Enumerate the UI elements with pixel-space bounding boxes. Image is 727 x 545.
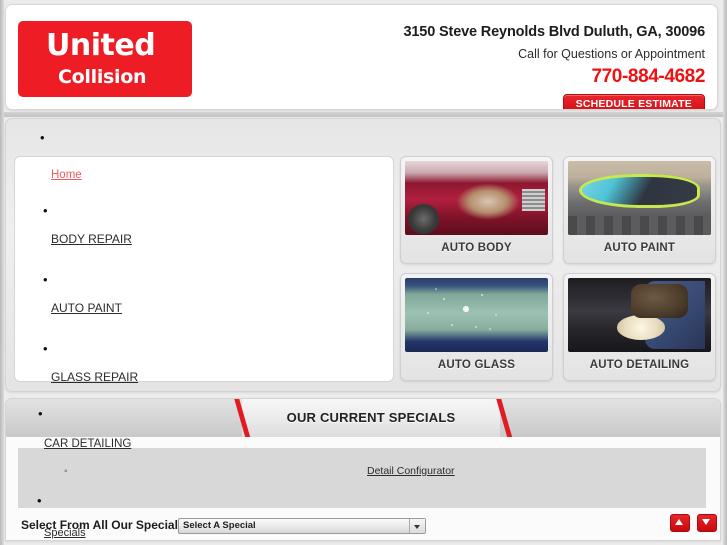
specials-select-value: Select A Special [183,520,256,531]
header-contact-block: 3150 Steve Reynolds Blvd Duluth, GA, 300… [275,23,705,109]
auto-detailing-photo [568,278,711,352]
specials-sub-bullet: ◦ [64,466,68,477]
nav-link-home[interactable]: Home [51,169,82,181]
primary-navigation-panel: Home • BODY REPAIR • AUTO PAINT • GLASS … [14,156,394,384]
site-header: United Collision 3150 Steve Reynolds Blv… [5,4,718,110]
scroll-up-button[interactable] [669,514,690,532]
service-tile-caption: AUTO GLASS [437,359,516,371]
nav-bullet-glass-repair: • [43,341,48,356]
page-root: United Collision 3150 Steve Reynolds Blv… [0,0,727,545]
nav-link-body-repair[interactable]: BODY REPAIR [51,232,132,246]
specials-content-area [18,448,706,508]
auto-body-photo [405,161,548,235]
stray-list-bullet-specials: • [38,406,43,421]
logo-text-collision: Collision [58,66,147,88]
site-logo[interactable]: United Collision [18,21,192,97]
service-tile-auto-glass[interactable]: AUTO GLASS [400,273,553,381]
phone-number[interactable]: 770-884-4682 [275,65,705,88]
nav-link-auto-paint[interactable]: AUTO PAINT [51,301,122,315]
nav-bullet-body-repair: • [43,203,48,218]
service-tile-caption: AUTO DETAILING [589,359,690,371]
specials-category-link[interactable]: CAR DETAILING [44,438,131,450]
service-tile-caption: AUTO PAINT [603,242,676,254]
specials-banner: OUR CURRENT SPECIALS [6,399,720,437]
scroll-down-button[interactable] [697,514,717,532]
service-tile-caption: AUTO BODY [441,242,512,254]
polishing-pad-shape [616,315,666,341]
service-tile-auto-paint[interactable]: AUTO PAINT [563,156,716,264]
specials-lower-bullet: • [37,493,42,508]
scroll-buttons-group [666,514,717,532]
specials-select-label: Select From All Our Specials [21,518,185,532]
schedule-estimate-button[interactable]: SCHEDULE ESTIMATE [562,94,705,109]
auto-glass-photo [405,278,548,352]
detail-configurator-link[interactable]: Detail Configurator [367,465,455,477]
nav-bullet-auto-paint: • [43,272,48,287]
chevron-down-icon[interactable] [409,519,425,533]
header-divider-strip [4,112,723,117]
service-tile-auto-body[interactable]: AUTO BODY [400,156,553,264]
main-content-panel: • Home • BODY REPAIR • AUTO PAINT • GLAS… [5,118,721,392]
stray-list-bullet-top: • [40,130,45,145]
specials-select-dropdown[interactable]: Select A Special [178,518,426,534]
business-address: 3150 Steve Reynolds Blvd Duluth, GA, 300… [403,24,705,40]
specials-banner-title: OUR CURRENT SPECIALS [286,410,456,425]
nav-link-glass-repair[interactable]: GLASS REPAIR [51,370,138,384]
logo-text-united: United [46,28,156,63]
call-prompt-text: Call for Questions or Appointment [518,47,705,61]
service-tile-auto-detailing[interactable]: AUTO DETAILING [563,273,716,381]
auto-paint-photo [568,161,711,235]
